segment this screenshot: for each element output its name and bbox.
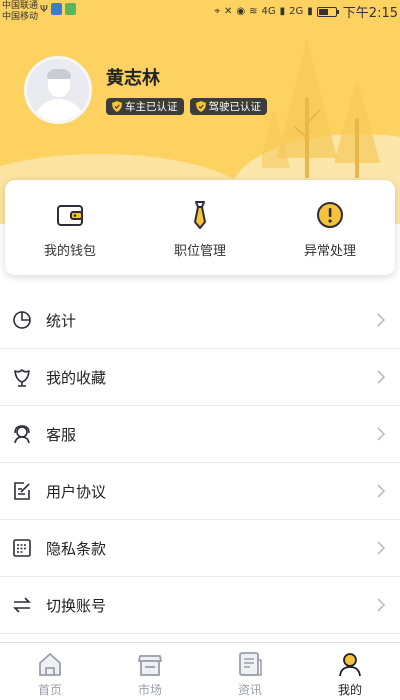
- carrier-1: 中国联通: [2, 1, 39, 11]
- tie-icon: [194, 201, 206, 229]
- notification-icons: Ψ: [40, 3, 76, 15]
- menu-label: 切换账号: [46, 596, 107, 615]
- menu-label: 我的收藏: [46, 368, 107, 387]
- user-icon: [339, 653, 361, 677]
- menu-item-statistics[interactable]: 统计: [0, 292, 400, 349]
- badge-label: 驾驶已认证: [208, 101, 262, 113]
- owner-verified-badge: 车主已认证: [106, 98, 184, 115]
- eye-icon: ◉: [236, 6, 246, 17]
- nav-label: 我的: [337, 683, 362, 697]
- nav-label: 首页: [37, 683, 62, 697]
- mute-icon: ✕: [224, 6, 233, 17]
- battery-fill: [318, 8, 328, 15]
- badge-label: 车主已认证: [125, 101, 178, 113]
- signal-icon: ▮: [279, 6, 286, 17]
- signal-icon-2: ▮: [307, 6, 313, 17]
- chevron-right-icon: [377, 598, 386, 612]
- shield-icon: [195, 101, 206, 112]
- chevron-right-icon: [377, 484, 386, 498]
- network-label-1: 4G: [261, 6, 276, 17]
- exception-handling-label: 异常处理: [303, 244, 356, 259]
- wallet-label: 我的钱包: [43, 244, 96, 259]
- chevron-right-icon: [377, 313, 386, 327]
- chevron-right-icon: [377, 370, 386, 384]
- menu-label: 用户协议: [46, 482, 107, 501]
- wallet-button[interactable]: 我的钱包: [20, 200, 120, 259]
- menu-label: 客服: [46, 425, 77, 444]
- nav-tab-mine[interactable]: 我的: [300, 643, 400, 700]
- user-name: 黄志林: [106, 68, 160, 89]
- nav-tab-market[interactable]: 市场: [100, 643, 200, 700]
- headset-icon: [14, 425, 30, 444]
- alert-icon: [317, 202, 343, 228]
- store-icon: [138, 655, 162, 676]
- bottom-navigation: 首页 市场 资讯 我的: [0, 642, 400, 700]
- news-icon: [239, 652, 262, 676]
- menu-item-customer-service[interactable]: 客服: [0, 406, 400, 463]
- quick-actions-card: 我的钱包 职位管理 异常处理: [5, 180, 395, 275]
- nav-label: 市场: [137, 683, 162, 697]
- chevron-right-icon: [377, 427, 386, 441]
- app-notification-icon-2: [64, 3, 76, 15]
- wifi-icon: ≋: [249, 6, 258, 17]
- nav-tab-news[interactable]: 资讯: [200, 643, 300, 700]
- edit-note-icon: [14, 482, 30, 500]
- job-management-label: 职位管理: [173, 244, 226, 259]
- verification-badges: 车主已认证 驾驶已认证: [106, 98, 267, 115]
- exception-handling-button[interactable]: 异常处理: [280, 200, 380, 259]
- job-management-button[interactable]: 职位管理: [150, 200, 250, 259]
- shield-icon: [112, 101, 122, 112]
- nav-label: 资讯: [237, 683, 262, 697]
- menu-item-user-agreement[interactable]: 用户协议: [0, 463, 400, 520]
- flower-icon: [14, 369, 30, 387]
- avatar-body: [33, 99, 85, 121]
- location-icon: ⌖: [214, 6, 220, 17]
- carrier-2: 中国移动: [2, 12, 39, 22]
- battery-icon: [316, 6, 339, 17]
- menu-item-privacy-policy[interactable]: 隐私条款: [0, 520, 400, 577]
- wallet-icon: [57, 205, 83, 226]
- pie-chart-icon: [13, 311, 31, 329]
- home-icon: [39, 653, 61, 676]
- avatar[interactable]: [24, 56, 92, 124]
- status-right: ⌖ ✕ ◉ ≋ 4G ▮ 2G ▮ 下午2:15: [214, 2, 398, 21]
- network-label-2: 2G: [289, 6, 304, 17]
- nav-tab-home[interactable]: 首页: [0, 643, 100, 700]
- document-icon: [13, 539, 31, 557]
- menu-item-favorites[interactable]: 我的收藏: [0, 349, 400, 406]
- avatar-hair: [47, 69, 71, 79]
- driver-verified-badge: 驾驶已认证: [189, 98, 267, 115]
- settings-menu: 统计 我的收藏 客服 用户协议 隐私条款 切换账号: [0, 292, 400, 634]
- status-bar: 中国联通 中国移动 Ψ ⌖ ✕ ◉ ≋ 4G ▮ 2G ▮ 下午2:15: [0, 0, 400, 24]
- chevron-right-icon: [377, 541, 386, 555]
- carrier-info: 中国联通 中国移动: [2, 1, 38, 23]
- status-time: 下午2:15: [342, 6, 398, 21]
- decor-trees: [262, 38, 380, 178]
- menu-label: 统计: [46, 311, 77, 330]
- menu-item-switch-account[interactable]: 切换账号: [0, 577, 400, 634]
- menu-label: 隐私条款: [46, 539, 107, 558]
- swap-icon: [13, 597, 31, 613]
- app-notification-icon: [50, 3, 62, 15]
- usb-icon: Ψ: [40, 3, 48, 15]
